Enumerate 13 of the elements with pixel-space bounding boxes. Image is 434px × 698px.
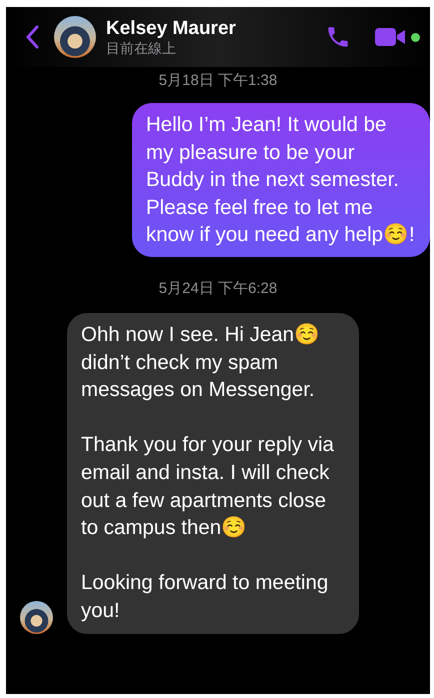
message-timestamp: 5月18日 下午1:38 [158,71,278,91]
contact-name: Kelsey Maurer [106,18,237,40]
message-text: Hello I’m Jean! It would be my pleasure to be your Buddy in the next semester. Please feel free to let me know if you need any help☺! [146,112,416,248]
message-timestamp: 5月24日 下午6:28 [158,278,278,299]
video-camera-icon [375,27,407,47]
contact-avatar [20,600,53,634]
contact-avatar[interactable] [54,16,96,58]
video-call-button[interactable] [375,27,420,47]
back-icon [25,25,39,49]
message-text: Ohh now I see. Hi Jean☺ didn’t check my spam messages on Messenger. [81,322,322,404]
message-text: Looking forward to meeting you! [81,570,330,624]
message-text: Thank you for your reply via email and insta. I will check out a few apartments close to campus then☺ [81,432,335,542]
contact-status: 目前在線上 [106,40,177,56]
